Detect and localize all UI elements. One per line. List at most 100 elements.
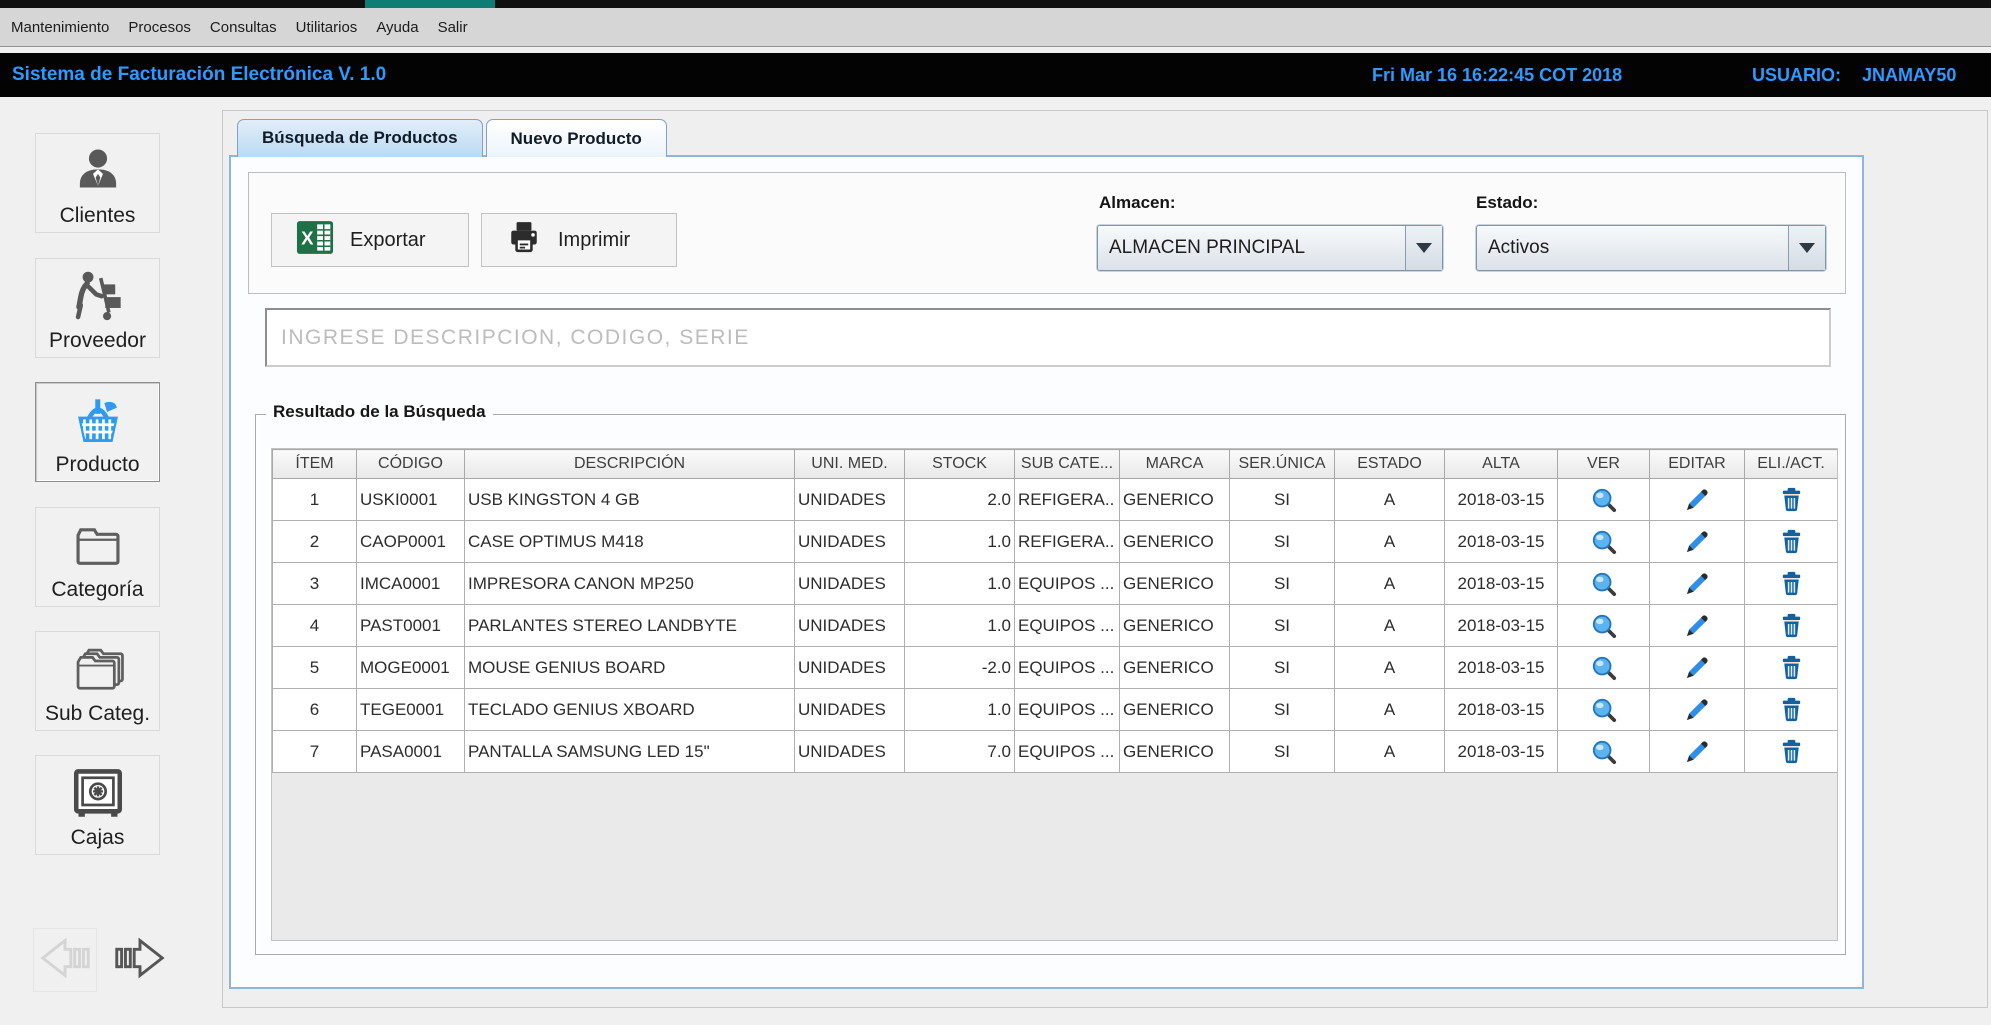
delete-row-button[interactable] [1745, 563, 1838, 605]
edit-row-button[interactable] [1650, 731, 1745, 773]
sidebar-item-label: Proveedor [49, 327, 146, 354]
cell-uni-med: UNIDADES [795, 563, 905, 605]
menu-ayuda[interactable]: Ayuda [375, 17, 419, 38]
view-row-button[interactable] [1558, 647, 1650, 689]
nav-back-button [33, 928, 97, 992]
cell-sub-cate: EQUIPOS ... [1015, 647, 1120, 689]
col-eli-act[interactable]: ELI./ACT. [1745, 450, 1838, 479]
pencil-icon [1683, 531, 1711, 550]
chevron-down-icon[interactable] [1788, 226, 1825, 270]
cell-marca: GENERICO [1120, 647, 1230, 689]
delete-row-button[interactable] [1745, 647, 1838, 689]
cell-uni-med: UNIDADES [795, 731, 905, 773]
menu-salir[interactable]: Salir [437, 17, 469, 38]
sidebar-item-proveedor[interactable]: Proveedor [35, 258, 160, 358]
edit-row-button[interactable] [1650, 647, 1745, 689]
cell-ser-unica: SI [1230, 605, 1335, 647]
sidebar-item-categoria[interactable]: Categoría [35, 507, 160, 607]
edit-row-button[interactable] [1650, 479, 1745, 521]
table-row[interactable]: 3 IMCA0001 IMPRESORA CANON MP250 UNIDADE… [273, 563, 1838, 605]
cell-marca: GENERICO [1120, 521, 1230, 563]
almacen-select[interactable]: ALMACEN PRINCIPAL [1097, 225, 1443, 271]
view-row-button[interactable] [1558, 479, 1650, 521]
cell-alta: 2018-03-15 [1445, 689, 1558, 731]
col-item[interactable]: ÍTEM [273, 450, 357, 479]
menubar: Mantenimiento Procesos Consultas Utilita… [0, 8, 1991, 47]
col-alta[interactable]: ALTA [1445, 450, 1558, 479]
sidebar-item-subcateg[interactable]: Sub Categ. [35, 631, 160, 731]
edit-row-button[interactable] [1650, 521, 1745, 563]
magnifier-icon [1591, 615, 1617, 634]
tab-busqueda-productos[interactable]: Búsqueda de Productos [237, 119, 483, 157]
delete-row-button[interactable] [1745, 731, 1838, 773]
results-groupbox: Resultado de la Búsqueda ÍTEM CÓDIGO DES… [255, 414, 1846, 955]
table-row[interactable]: 5 MOGE0001 MOUSE GENIUS BOARD UNIDADES -… [273, 647, 1838, 689]
menu-consultas[interactable]: Consultas [209, 17, 278, 38]
cell-item: 4 [273, 605, 357, 647]
cell-sub-cate: EQUIPOS ... [1015, 605, 1120, 647]
cell-descripcion: MOUSE GENIUS BOARD [465, 647, 795, 689]
view-row-button[interactable] [1558, 689, 1650, 731]
trash-icon [1778, 531, 1805, 550]
cell-marca: GENERICO [1120, 479, 1230, 521]
nav-forward-button[interactable] [108, 928, 172, 992]
sidebar-item-label: Sub Categ. [45, 700, 150, 727]
view-row-button[interactable] [1558, 605, 1650, 647]
export-button[interactable]: X Exportar [271, 213, 469, 267]
edit-row-button[interactable] [1650, 563, 1745, 605]
menu-mantenimiento[interactable]: Mantenimiento [10, 17, 110, 38]
print-button[interactable]: Imprimir [481, 213, 677, 267]
col-codigo[interactable]: CÓDIGO [357, 450, 465, 479]
col-marca[interactable]: MARCA [1120, 450, 1230, 479]
cell-ser-unica: SI [1230, 521, 1335, 563]
table-row[interactable]: 6 TEGE0001 TECLADO GENIUS XBOARD UNIDADE… [273, 689, 1838, 731]
view-row-button[interactable] [1558, 521, 1650, 563]
cell-stock: 1.0 [905, 689, 1015, 731]
delete-row-button[interactable] [1745, 605, 1838, 647]
safe-icon [69, 762, 127, 824]
cell-codigo: CAOP0001 [357, 521, 465, 563]
estado-select[interactable]: Activos [1476, 225, 1826, 271]
sidebar-item-label: Categoría [51, 576, 143, 603]
cell-descripcion: PARLANTES STEREO LANDBYTE [465, 605, 795, 647]
cell-estado: A [1335, 605, 1445, 647]
sidebar-item-clientes[interactable]: Clientes [35, 133, 160, 233]
chevron-down-icon[interactable] [1405, 226, 1442, 270]
sidebar-item-cajas[interactable]: Cajas [35, 755, 160, 855]
menu-utilitarios[interactable]: Utilitarios [295, 17, 359, 38]
col-ser-unica[interactable]: SER.ÚNICA [1230, 450, 1335, 479]
cell-uni-med: UNIDADES [795, 689, 905, 731]
edit-row-button[interactable] [1650, 689, 1745, 731]
cell-marca: GENERICO [1120, 689, 1230, 731]
col-sub-cate[interactable]: SUB CATE... [1015, 450, 1120, 479]
table-row[interactable]: 1 USKI0001 USB KINGSTON 4 GB UNIDADES 2.… [273, 479, 1838, 521]
cell-ser-unica: SI [1230, 647, 1335, 689]
main-panel: Búsqueda de Productos Nuevo Producto X E… [222, 110, 1988, 1008]
table-row[interactable]: 2 CAOP0001 CASE OPTIMUS M418 UNIDADES 1.… [273, 521, 1838, 563]
col-ver[interactable]: VER [1558, 450, 1650, 479]
col-estado[interactable]: ESTADO [1335, 450, 1445, 479]
delete-row-button[interactable] [1745, 689, 1838, 731]
col-editar[interactable]: EDITAR [1650, 450, 1745, 479]
table-row[interactable]: 4 PAST0001 PARLANTES STEREO LANDBYTE UNI… [273, 605, 1838, 647]
printer-icon [506, 220, 542, 260]
delete-row-button[interactable] [1745, 479, 1838, 521]
view-row-button[interactable] [1558, 563, 1650, 605]
tab-content-panel: X Exportar Imprimir Almacen: ALMACEN PRI… [229, 155, 1864, 989]
col-uni-med[interactable]: UNI. MED. [795, 450, 905, 479]
tab-nuevo-producto[interactable]: Nuevo Producto [486, 119, 667, 157]
menu-procesos[interactable]: Procesos [127, 17, 192, 38]
results-viewport[interactable]: ÍTEM CÓDIGO DESCRIPCIÓN UNI. MED. STOCK … [271, 448, 1838, 941]
cell-descripcion: IMPRESORA CANON MP250 [465, 563, 795, 605]
edit-row-button[interactable] [1650, 605, 1745, 647]
delete-row-button[interactable] [1745, 521, 1838, 563]
view-row-button[interactable] [1558, 731, 1650, 773]
table-row[interactable]: 7 PASA0001 PANTALLA SAMSUNG LED 15" UNID… [273, 731, 1838, 773]
username-value: JNAMAY50 [1862, 53, 1956, 97]
col-descripcion[interactable]: DESCRIPCIÓN [465, 450, 795, 479]
col-stock[interactable]: STOCK [905, 450, 1015, 479]
cell-estado: A [1335, 731, 1445, 773]
sidebar-item-producto[interactable]: Producto [35, 382, 160, 482]
cell-item: 6 [273, 689, 357, 731]
search-input[interactable] [265, 308, 1831, 367]
